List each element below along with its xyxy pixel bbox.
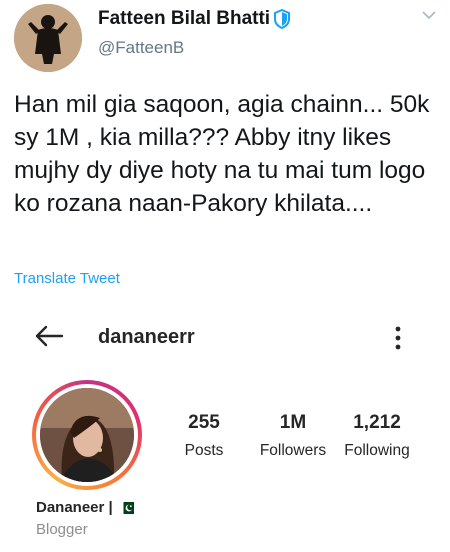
back-arrow-icon[interactable]: [34, 324, 64, 348]
verified-shield-icon: [274, 9, 291, 29]
followers-count: 1M: [279, 412, 307, 433]
display-name-text: Dananeer |: [36, 499, 113, 516]
posts-count: 255: [188, 412, 220, 433]
posts-label: Posts: [184, 442, 224, 459]
avatar-silhouette-image: [14, 4, 82, 72]
instagram-profile-avatar[interactable]: [40, 388, 134, 482]
pakistan-flag-icon: [119, 501, 134, 514]
tweet-text: Han mil gia saqoon, agia chainn... 50k s…: [14, 91, 430, 217]
chevron-down-icon[interactable]: [420, 8, 438, 22]
following-stat[interactable]: 1,212 Following: [338, 412, 416, 460]
posts-stat[interactable]: 255 Posts: [176, 412, 232, 460]
tweet-author-name[interactable]: Fatteen Bilal Bhatti: [98, 8, 291, 30]
followers-stat[interactable]: 1M Followers: [252, 412, 334, 460]
story-ring-gap: [36, 384, 138, 486]
author-name-text: Fatteen Bilal Bhatti: [98, 8, 271, 29]
tweet-author-handle[interactable]: @FatteenB: [98, 38, 184, 58]
instagram-username: dananeerr: [98, 326, 195, 348]
profile-photo-image: [40, 388, 134, 482]
followers-label: Followers: [259, 442, 327, 459]
following-label: Following: [344, 442, 410, 459]
instagram-category: Blogger: [36, 521, 88, 538]
tweet-author-avatar[interactable]: [14, 4, 82, 72]
instagram-display-name: Dananeer |: [36, 499, 134, 516]
more-vertical-icon[interactable]: [392, 324, 404, 352]
translate-tweet-link[interactable]: Translate Tweet: [14, 270, 120, 287]
following-count: 1,212: [353, 412, 401, 433]
story-ring[interactable]: [32, 380, 142, 490]
